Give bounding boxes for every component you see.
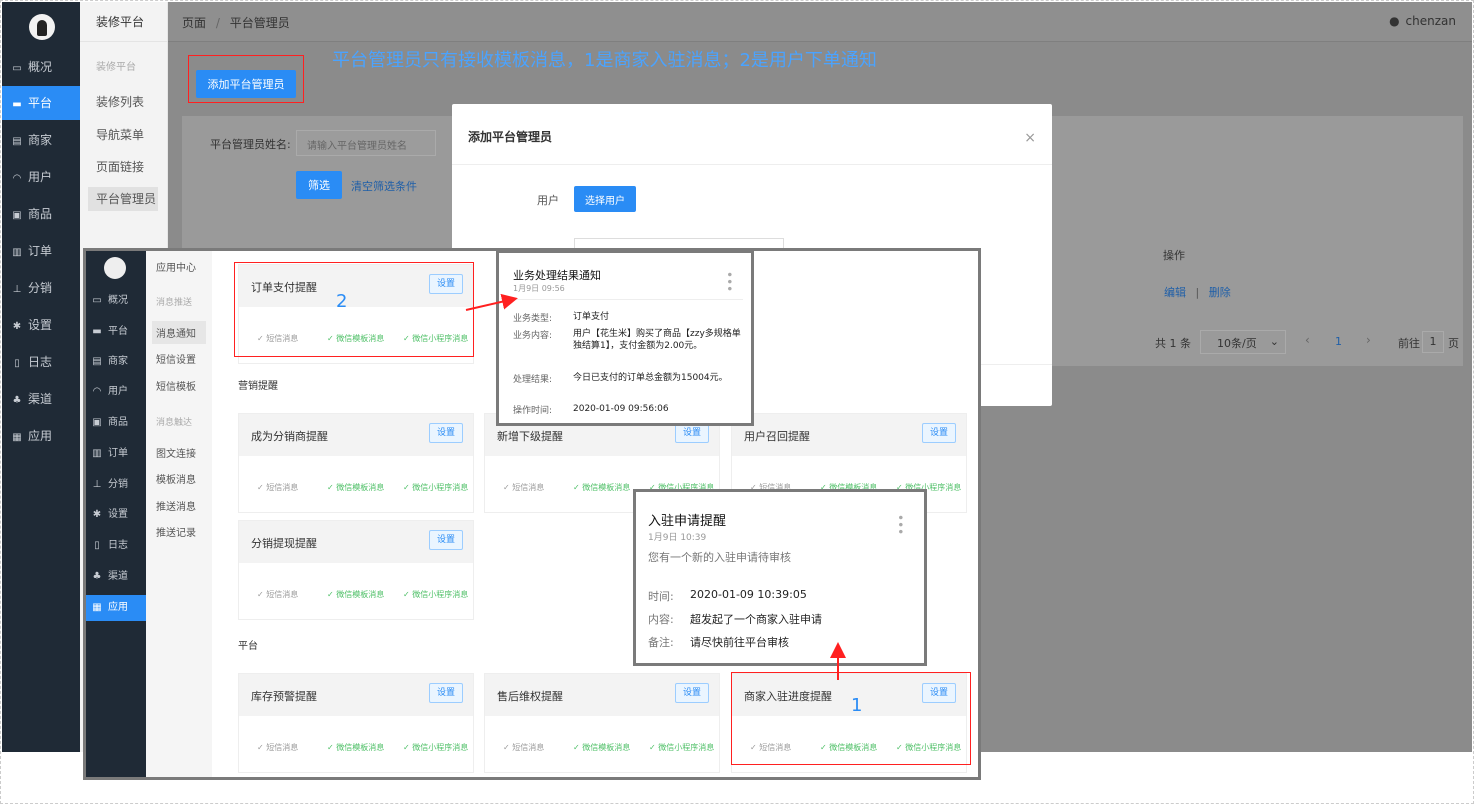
arrow-order-to-notif <box>465 293 518 311</box>
annotation-arrows <box>465 293 846 680</box>
